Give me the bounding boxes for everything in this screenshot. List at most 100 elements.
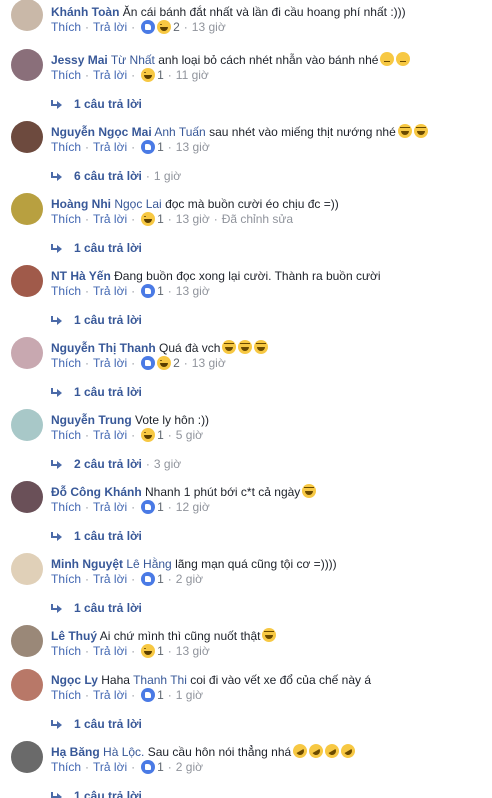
reply-button[interactable]: Trả lời [93,139,127,155]
reactions[interactable]: 1 [141,499,164,515]
view-replies-link[interactable]: 6 câu trả lời · 1 giờ [51,168,181,184]
comment-author-link[interactable]: Minh Nguyệt [51,557,123,571]
like-button[interactable]: Thích [51,499,81,515]
timestamp[interactable]: 1 giờ [176,687,203,703]
like-button[interactable]: Thích [51,427,81,443]
reactions[interactable]: 1 [141,67,164,83]
reaction-count[interactable]: 1 [157,283,164,299]
timestamp[interactable]: 13 giờ [176,211,210,227]
avatar[interactable] [11,481,43,513]
avatar[interactable] [11,49,43,81]
reaction-count[interactable]: 1 [157,759,164,775]
timestamp[interactable]: 13 giờ [192,355,226,371]
reaction-count[interactable]: 1 [157,139,164,155]
timestamp[interactable]: 2 giờ [176,571,203,587]
avatar[interactable] [11,337,43,369]
timestamp[interactable]: 12 giờ [176,499,210,515]
reply-button[interactable]: Trả lời [93,283,127,299]
view-replies-link[interactable]: 2 câu trả lời · 3 giờ [51,456,181,472]
replies-count[interactable]: 1 câu trả lời [74,600,142,616]
reply-button[interactable]: Trả lời [93,759,127,775]
like-button[interactable]: Thích [51,355,81,371]
reactions[interactable]: 1 [141,759,164,775]
replies-count[interactable]: 1 câu trả lời [74,240,142,256]
reaction-count[interactable]: 1 [157,643,164,659]
reactions[interactable]: 1 [141,139,164,155]
view-replies-link[interactable]: 1 câu trả lời [51,788,142,798]
reply-button[interactable]: Trả lời [93,499,127,515]
like-button[interactable]: Thích [51,571,81,587]
comment-author-link[interactable]: NT Hà Yến [51,269,111,283]
edited-label[interactable]: Đã chỉnh sửa [222,211,293,227]
replies-count[interactable]: 2 câu trả lời [74,456,142,472]
avatar[interactable] [11,409,43,441]
tagged-user-link[interactable]: Thanh Thi [133,673,187,687]
timestamp[interactable]: 2 giờ [176,759,203,775]
avatar[interactable] [11,193,43,225]
reply-button[interactable]: Trả lời [93,571,127,587]
avatar[interactable] [11,741,43,773]
reaction-count[interactable]: 1 [157,687,164,703]
like-button[interactable]: Thích [51,211,81,227]
tagged-user-link[interactable]: Anh Tuấn [154,125,205,139]
avatar[interactable] [11,625,43,657]
reply-button[interactable]: Trả lời [93,355,127,371]
timestamp[interactable]: 13 giờ [176,139,210,155]
like-button[interactable]: Thích [51,759,81,775]
tagged-user-link[interactable]: Ngọc Lai [114,197,161,211]
comment-author-link[interactable]: Nguyễn Ngọc Mai [51,125,152,139]
timestamp[interactable]: 13 giờ [192,19,226,35]
like-button[interactable]: Thích [51,139,81,155]
reactions[interactable]: 1 [141,687,164,703]
reply-button[interactable]: Trả lời [93,211,127,227]
reaction-count[interactable]: 2 [173,355,180,371]
view-replies-link[interactable]: 1 câu trả lời [51,384,142,400]
replies-count[interactable]: 1 câu trả lời [74,384,142,400]
reaction-count[interactable]: 1 [157,571,164,587]
timestamp[interactable]: 5 giờ [176,427,203,443]
replies-count[interactable]: 1 câu trả lời [74,788,142,798]
reply-button[interactable]: Trả lời [93,687,127,703]
comment-author-link[interactable]: Hoàng Nhi [51,197,111,211]
like-button[interactable]: Thích [51,687,81,703]
comment-author-link[interactable]: Đỗ Công Khánh [51,485,142,499]
view-replies-link[interactable]: 1 câu trả lời [51,312,142,328]
view-replies-link[interactable]: 1 câu trả lời [51,716,142,732]
like-button[interactable]: Thích [51,67,81,83]
comment-author-link[interactable]: Khánh Toàn [51,5,119,19]
view-replies-link[interactable]: 1 câu trả lời [51,96,142,112]
tagged-user-link[interactable]: Hà Lộc. [103,745,144,759]
reactions[interactable]: 2 [141,19,180,35]
reactions[interactable]: 1 [141,283,164,299]
reaction-count[interactable]: 1 [157,211,164,227]
reaction-count[interactable]: 2 [173,19,180,35]
reactions[interactable]: 1 [141,427,164,443]
reactions[interactable]: 1 [141,571,164,587]
view-replies-link[interactable]: 1 câu trả lời [51,600,142,616]
timestamp[interactable]: 11 giờ [176,67,209,83]
comment-author-link[interactable]: Nguyễn Trung [51,413,132,427]
replies-count[interactable]: 1 câu trả lời [74,312,142,328]
reaction-count[interactable]: 1 [157,67,164,83]
view-replies-link[interactable]: 1 câu trả lời [51,528,142,544]
comment-author-link[interactable]: Hạ Băng [51,745,100,759]
reactions[interactable]: 1 [141,643,164,659]
reply-button[interactable]: Trả lời [93,67,127,83]
replies-count[interactable]: 1 câu trả lời [74,528,142,544]
tagged-user-link[interactable]: Từ Nhất [111,53,155,67]
comment-author-link[interactable]: Ngọc Ly [51,673,98,687]
reply-button[interactable]: Trả lời [93,643,127,659]
reaction-count[interactable]: 1 [157,427,164,443]
replies-count[interactable]: 1 câu trả lời [74,716,142,732]
like-button[interactable]: Thích [51,643,81,659]
timestamp[interactable]: 13 giờ [176,283,210,299]
replies-count[interactable]: 6 câu trả lời [74,168,142,184]
reactions[interactable]: 1 [141,211,164,227]
reply-button[interactable]: Trả lời [93,19,127,35]
avatar[interactable] [11,265,43,297]
replies-count[interactable]: 1 câu trả lời [74,96,142,112]
reply-button[interactable]: Trả lời [93,427,127,443]
avatar[interactable] [11,553,43,585]
comment-author-link[interactable]: Nguyễn Thị Thanh [51,341,156,355]
timestamp[interactable]: 13 giờ [176,643,210,659]
